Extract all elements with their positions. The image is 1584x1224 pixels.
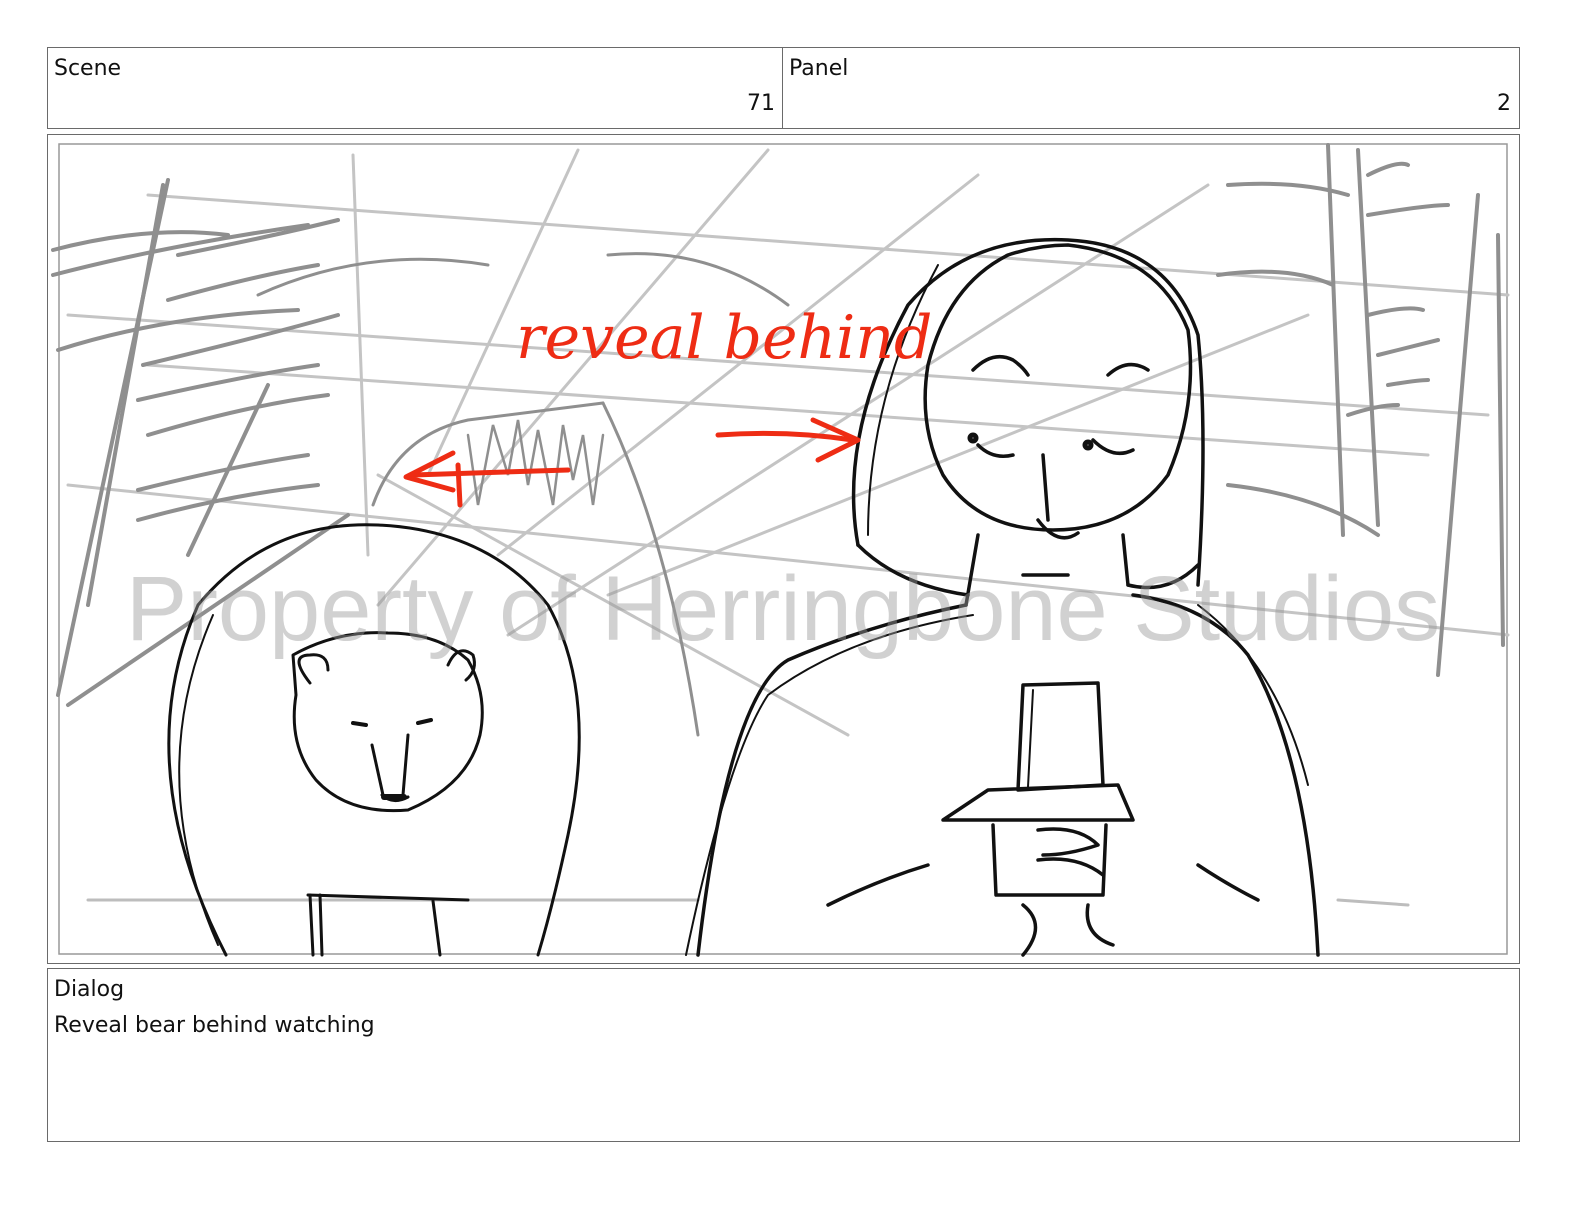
dialog-field: Dialog Reveal bear behind watching <box>47 968 1520 1142</box>
background-trees <box>51 143 1505 907</box>
reveal-behind-note: reveal behind <box>516 303 932 373</box>
storyboard-frame: reveal behind Property of Herringbone St… <box>47 134 1520 964</box>
inner-frame <box>58 143 1508 955</box>
panel-field: Panel 2 <box>782 47 1520 129</box>
scene-label: Scene <box>54 56 122 81</box>
panel-number: 2 <box>1497 91 1511 116</box>
dialog-label: Dialog <box>54 977 125 1002</box>
scene-number: 71 <box>747 91 775 116</box>
panel-label: Panel <box>789 56 849 81</box>
storyboard-sketch: reveal behind Property of Herringbone St… <box>51 143 1510 957</box>
watermark: Property of Herringbone Studios <box>126 558 1440 660</box>
dialog-text: Reveal bear behind watching <box>54 1013 375 1038</box>
scene-field: Scene 71 <box>47 47 784 129</box>
